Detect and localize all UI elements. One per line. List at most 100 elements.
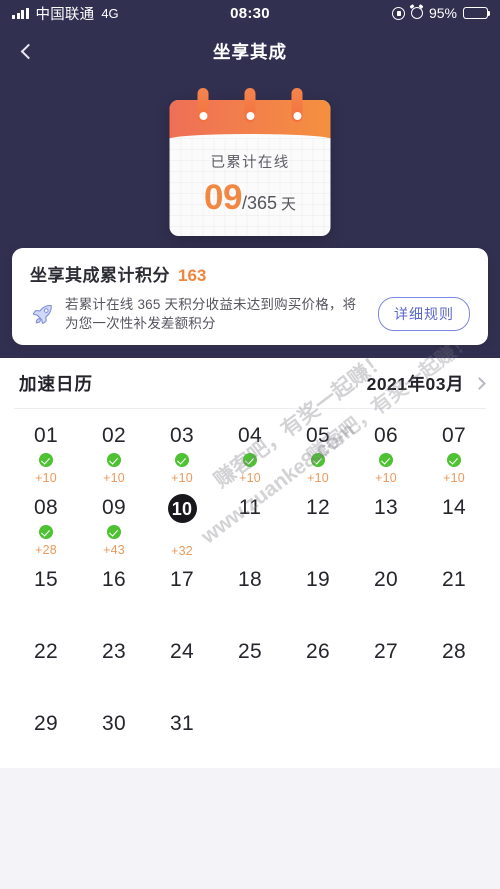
calendar-day-bonus: +10 <box>35 471 57 485</box>
calendar-day-24[interactable]: 24 <box>148 631 216 703</box>
calendar-day-number: 30 <box>102 712 126 735</box>
calendar-day-number: 14 <box>442 496 466 519</box>
calendar-day-number: 09 <box>102 496 126 519</box>
calendar-day-number: 25 <box>238 640 262 663</box>
calendar-day-25[interactable]: 25 <box>216 631 284 703</box>
calendar-section: 加速日历 2021年03月 01 +10 02 +10 03 +10 04 +10 05 +10 0… <box>0 358 500 768</box>
status-bar-right: 95% <box>391 5 491 21</box>
calendar-day-number: 11 <box>238 496 262 519</box>
alarm-clock-icon <box>410 7 423 19</box>
calendar-day-number: 17 <box>170 568 194 591</box>
calendar-day-11[interactable]: 11 <box>216 487 284 559</box>
calendar-day-02[interactable]: 02 +10 <box>80 415 148 487</box>
calendar-ring-icon <box>244 88 256 122</box>
calendar-day-16[interactable]: 16 <box>80 559 148 631</box>
calendar-day-06[interactable]: 06 +10 <box>352 415 420 487</box>
calendar-day-number: 23 <box>102 640 126 663</box>
online-days-count: 09 <box>204 177 242 217</box>
status-bar-left: 中国联通 4G <box>12 3 119 24</box>
calendar-day-number: 03 <box>170 424 194 447</box>
calendar-day-number: 15 <box>34 568 58 591</box>
calendar-day-30[interactable]: 30 <box>80 703 148 775</box>
calendar-day-number: 07 <box>442 424 466 447</box>
calendar-day-01[interactable]: 01 +10 <box>12 415 80 487</box>
calendar-day-bonus: +28 <box>35 543 57 557</box>
month-selector[interactable]: 2021年03月 <box>366 371 486 396</box>
calendar-day-bonus: +10 <box>239 471 261 485</box>
calendar-day-bonus: +32 <box>171 544 193 558</box>
calendar-day-21[interactable]: 21 <box>420 559 488 631</box>
calendar-day-29[interactable]: 29 <box>12 703 80 775</box>
calendar-day-04[interactable]: 04 +10 <box>216 415 284 487</box>
chevron-right-icon <box>473 376 486 390</box>
calendar-day-grid: 01 +10 02 +10 03 +10 04 +10 05 +10 06 +10 07 +10 08 +28… <box>0 409 500 775</box>
calendar-day-number: 16 <box>102 568 126 591</box>
calendar-day-bonus: +43 <box>103 543 125 557</box>
calendar-day-10[interactable]: 10 +32 <box>148 487 216 559</box>
calendar-day-19[interactable]: 19 <box>284 559 352 631</box>
points-description: 若累计在线 365 天积分收益未达到购买价格，将为您一次性补发差额积分 <box>65 297 357 331</box>
app-screen: 中国联通 4G 08:30 95% 坐享其成 已累计在线 09 /365 天 坐… <box>0 0 500 889</box>
check-circle-icon <box>107 525 121 539</box>
calendar-day-03[interactable]: 03 +10 <box>148 415 216 487</box>
calendar-day-number: 18 <box>238 568 262 591</box>
page-title: 坐享其成 <box>213 41 287 62</box>
calendar-day-23[interactable]: 23 <box>80 631 148 703</box>
calendar-section-header: 加速日历 2021年03月 <box>0 358 500 408</box>
calendar-day-14[interactable]: 14 <box>420 487 488 559</box>
calendar-day-18[interactable]: 18 <box>216 559 284 631</box>
calendar-day-07[interactable]: 07 +10 <box>420 415 488 487</box>
calendar-section-title: 加速日历 <box>19 373 93 394</box>
calendar-day-number: 26 <box>306 640 330 663</box>
calendar-day-number: 31 <box>170 712 194 735</box>
calendar-day-28[interactable]: 28 <box>420 631 488 703</box>
check-circle-icon <box>107 453 121 467</box>
calendar-day-22[interactable]: 22 <box>12 631 80 703</box>
calendar-day-26[interactable]: 26 <box>284 631 352 703</box>
check-circle-icon <box>311 453 325 467</box>
calendar-day-number: 20 <box>374 568 398 591</box>
points-score: 163 <box>178 266 207 285</box>
calendar-day-number: 27 <box>374 640 398 663</box>
back-button[interactable] <box>0 30 56 72</box>
rocket-icon <box>30 301 56 327</box>
calendar-illustration-content: 已累计在线 09 /365 天 <box>170 138 331 236</box>
calendar-day-31[interactable]: 31 <box>148 703 216 775</box>
calendar-day-number: 22 <box>34 640 58 663</box>
calendar-day-number: 04 <box>238 424 262 447</box>
calendar-day-number: 10 <box>167 494 197 523</box>
calendar-day-12[interactable]: 12 <box>284 487 352 559</box>
check-circle-icon <box>243 453 257 467</box>
check-circle-icon <box>39 525 53 539</box>
calendar-day-number: 01 <box>34 424 58 447</box>
calendar-ring-icon <box>197 88 209 122</box>
calendar-day-number: 29 <box>34 712 58 735</box>
calendar-day-17[interactable]: 17 <box>148 559 216 631</box>
check-circle-icon <box>39 453 53 467</box>
month-label: 2021年03月 <box>366 373 464 394</box>
calendar-day-20[interactable]: 20 <box>352 559 420 631</box>
status-bar: 中国联通 4G 08:30 95% <box>0 0 500 26</box>
calendar-day-bonus: +10 <box>375 471 397 485</box>
calendar-day-number: 12 <box>306 496 330 519</box>
calendar-day-bonus: +10 <box>171 471 193 485</box>
online-days-calendar-illustration: 已累计在线 09 /365 天 <box>169 88 331 236</box>
calendar-day-08[interactable]: 08 +28 <box>12 487 80 559</box>
online-days-total: /365 <box>241 192 277 213</box>
calendar-day-number: 24 <box>170 640 194 663</box>
check-circle-icon <box>379 453 393 467</box>
detail-rules-button[interactable]: 详细规则 <box>378 297 470 331</box>
carrier-label: 中国联通 <box>35 6 95 23</box>
battery-percent-label: 95% <box>428 5 457 21</box>
points-card: 坐享其成累计积分 163 若累计在线 365 天积分收益未达到购买价格，将为您一… <box>12 248 488 345</box>
calendar-day-05[interactable]: 05 +10 <box>284 415 352 487</box>
chevron-left-icon <box>20 43 36 59</box>
calendar-day-15[interactable]: 15 <box>12 559 80 631</box>
calendar-day-13[interactable]: 13 <box>352 487 420 559</box>
calendar-day-27[interactable]: 27 <box>352 631 420 703</box>
calendar-day-number: 28 <box>442 640 466 663</box>
lock-rotation-icon <box>391 6 405 20</box>
calendar-day-09[interactable]: 09 +43 <box>80 487 148 559</box>
calendar-day-bonus: +10 <box>307 471 329 485</box>
calendar-day-number: 13 <box>374 496 398 519</box>
